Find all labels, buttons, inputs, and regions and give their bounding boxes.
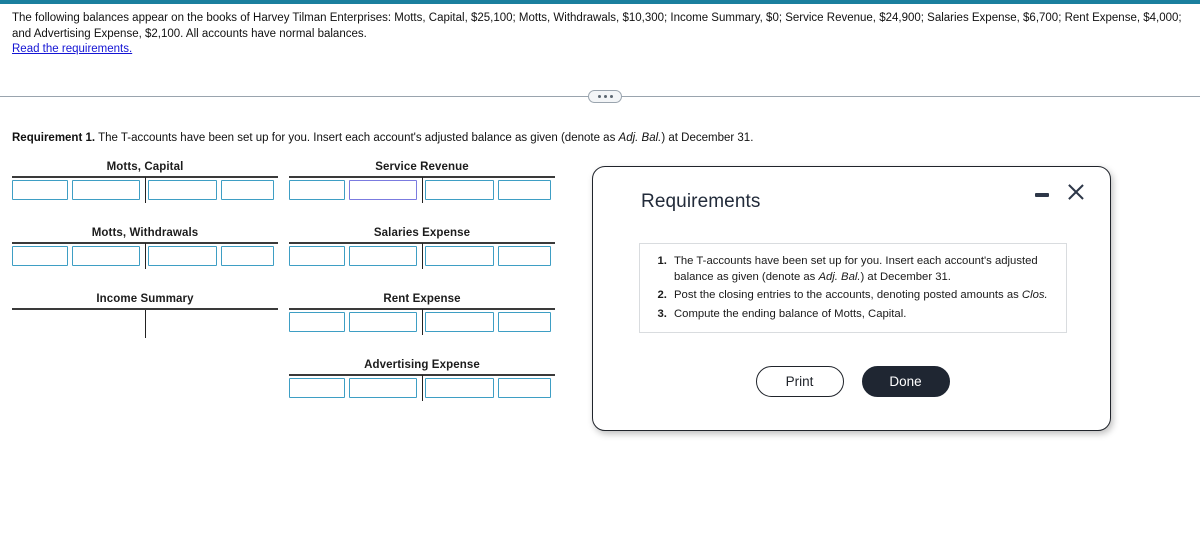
taccount-input-cell[interactable] (12, 180, 69, 200)
taccount-input-cell[interactable] (72, 180, 141, 200)
taccount-input-cell[interactable] (497, 312, 552, 332)
taccount-input-cell[interactable] (425, 312, 494, 332)
taccount-input-cell[interactable] (289, 378, 346, 398)
item-text-after: ) at December 31. (860, 270, 951, 283)
taccount-title: Rent Expense (383, 293, 461, 305)
top-accent-bar (0, 0, 1200, 4)
taccount-advertising-expense: Advertising Expense (289, 358, 555, 401)
taccount-title: Motts, Capital (106, 161, 184, 173)
minimize-icon[interactable] (1034, 185, 1050, 203)
taccount-row (12, 243, 278, 269)
dot-icon (603, 95, 607, 98)
item-text-before: Compute the ending balance of Motts, Cap… (674, 307, 907, 320)
taccount-divider (422, 243, 423, 269)
taccount-input-cell[interactable] (425, 378, 494, 398)
taccount-title: Advertising Expense (364, 359, 480, 371)
requirement-text-b: ) at December 31. (661, 132, 754, 144)
taccount-input-cell[interactable] (289, 246, 346, 266)
taccount-divider (422, 309, 423, 335)
taccount-input-cell[interactable] (220, 180, 275, 200)
taccount-row (289, 177, 555, 203)
taccount-row (12, 177, 278, 203)
taccount-title: Salaries Expense (373, 227, 471, 239)
list-item: Post the closing entries to the accounts… (670, 288, 1054, 304)
list-item: The T-accounts have been set up for you.… (670, 254, 1054, 285)
requirement-label: Requirement 1. (12, 132, 96, 144)
requirement-italic: Adj. Bal. (618, 132, 662, 144)
taccount-row (289, 243, 555, 269)
done-button[interactable]: Done (861, 366, 950, 397)
requirements-list: The T-accounts have been set up for you.… (648, 254, 1054, 322)
taccount-input-cell-focused[interactable] (349, 180, 418, 200)
dialog-title: Requirements (641, 191, 761, 212)
taccount-income-summary: Income Summary (12, 292, 278, 340)
taccount-service-revenue: Service Revenue (289, 160, 555, 203)
taccount-divider (145, 177, 146, 203)
taccount-motts-withdrawals: Motts, Withdrawals (12, 226, 278, 269)
taccount-divider (422, 177, 423, 203)
taccount-title: Income Summary (96, 293, 194, 305)
taccount-salaries-expense: Salaries Expense (289, 226, 555, 269)
taccount-input-cell[interactable] (497, 378, 552, 398)
taccount-input-cell[interactable] (425, 246, 494, 266)
requirement-text-a: The T-accounts have been set up for you.… (95, 132, 619, 144)
print-button[interactable]: Print (755, 366, 844, 397)
taccount-motts-capital: Motts, Capital (12, 160, 278, 203)
taccount-input-cell[interactable] (497, 246, 552, 266)
taccount-row (289, 309, 555, 335)
taccount-divider (422, 375, 423, 401)
page-root: The following balances appear on the boo… (0, 0, 1200, 559)
taccount-input-cell[interactable] (12, 246, 69, 266)
taccount-rent-expense: Rent Expense (289, 292, 555, 335)
list-item: Compute the ending balance of Motts, Cap… (670, 307, 1054, 323)
dialog-actions: Print Done (593, 366, 1112, 397)
taccount-title: Motts, Withdrawals (91, 227, 199, 239)
taccount-input-cell[interactable] (289, 180, 346, 200)
read-requirements-link[interactable]: Read the requirements. (12, 43, 132, 55)
divider-ellipsis-button[interactable] (588, 90, 622, 103)
taccount-input-cell[interactable] (349, 246, 418, 266)
taccount-input-cell[interactable] (220, 246, 275, 266)
taccount-divider (145, 310, 146, 338)
taccount-input-cell[interactable] (497, 180, 552, 200)
taccount-input-cell[interactable] (349, 312, 418, 332)
close-icon[interactable] (1066, 182, 1086, 202)
requirements-dialog: Requirements The T-accounts have been se… (592, 166, 1111, 431)
taccount-row (289, 375, 555, 401)
taccount-input-cell[interactable] (289, 312, 346, 332)
dot-icon (609, 95, 613, 98)
taccount-title: Service Revenue (375, 161, 469, 173)
item-italic: Adj. Bal. (818, 270, 861, 283)
taccount-input-cell[interactable] (148, 246, 217, 266)
item-text-before: Post the closing entries to the accounts… (674, 289, 1022, 301)
taccount-input-cell[interactable] (349, 378, 418, 398)
requirement-1-text: Requirement 1. The T-accounts have been … (12, 132, 753, 144)
dot-icon (597, 95, 601, 98)
taccount-divider (145, 243, 146, 269)
taccount-input-cell[interactable] (72, 246, 141, 266)
item-italic: Clos. (1021, 289, 1048, 301)
taccount-input-cell[interactable] (425, 180, 494, 200)
problem-statement: The following balances appear on the boo… (12, 12, 1182, 40)
taccount-input-cell[interactable] (148, 180, 217, 200)
requirements-list-box: The T-accounts have been set up for you.… (639, 243, 1067, 333)
taccount-empty-body (12, 310, 278, 340)
